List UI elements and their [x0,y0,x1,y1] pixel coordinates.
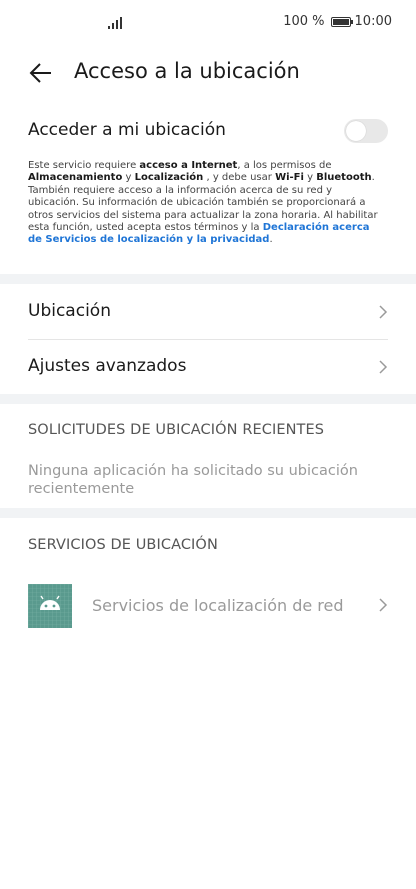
chevron-right-icon [379,305,388,319]
access-location-label: Acceder a mi ubicación [28,120,226,140]
desc-text: y [303,172,317,184]
access-location-toggle[interactable] [344,119,388,143]
app-bar: Acceso a la ubicación [0,52,416,96]
location-services-title: SERVICIOS DE UBICACIÓN [28,537,218,553]
desc-bold: Wi-Fi [275,172,304,184]
section-divider [0,394,416,404]
access-description: Este servicio requiere acceso a Internet… [28,160,384,247]
recent-requests-empty: Ninguna aplicación ha solicitado su ubic… [28,463,358,497]
android-icon [28,584,72,628]
desc-text: , y debe usar [203,172,276,184]
location-item[interactable]: Ubicación [28,285,388,339]
status-bar: 100 % 10:00 [0,0,416,46]
clock: 10:00 [354,14,392,29]
advanced-settings-item[interactable]: Ajustes avanzados [28,340,388,394]
back-arrow-icon[interactable] [28,60,54,86]
desc-text: . [269,234,273,246]
page-title: Acceso a la ubicación [74,59,300,83]
recent-requests-title: SOLICITUDES DE UBICACIÓN RECIENTES [28,422,325,438]
chevron-right-icon [379,598,388,612]
status-right: 100 % 10:00 [283,14,392,29]
toggle-knob [346,121,366,141]
desc-text: y [122,172,135,184]
desc-bold: Bluetooth [316,172,372,184]
advanced-settings-label: Ajustes avanzados [28,356,187,376]
desc-bold: Localización [134,172,204,184]
desc-bold: acceso a Internet [139,160,238,171]
battery-icon [330,16,353,27]
location-label: Ubicación [28,301,111,321]
access-location-row: Acceder a mi ubicación [28,118,388,146]
signal-icon [108,17,122,29]
desc-bold: Almacenamiento [28,172,123,184]
desc-text: Este servicio requiere [28,160,140,171]
section-divider [0,508,416,518]
network-location-service-item[interactable]: Servicios de localización de red [28,582,388,628]
chevron-right-icon [379,360,388,374]
section-divider [0,274,416,284]
desc-text: , a los permisos de [237,160,332,171]
network-location-service-label: Servicios de localización de red [92,596,344,615]
battery-percent: 100 % [283,14,325,29]
